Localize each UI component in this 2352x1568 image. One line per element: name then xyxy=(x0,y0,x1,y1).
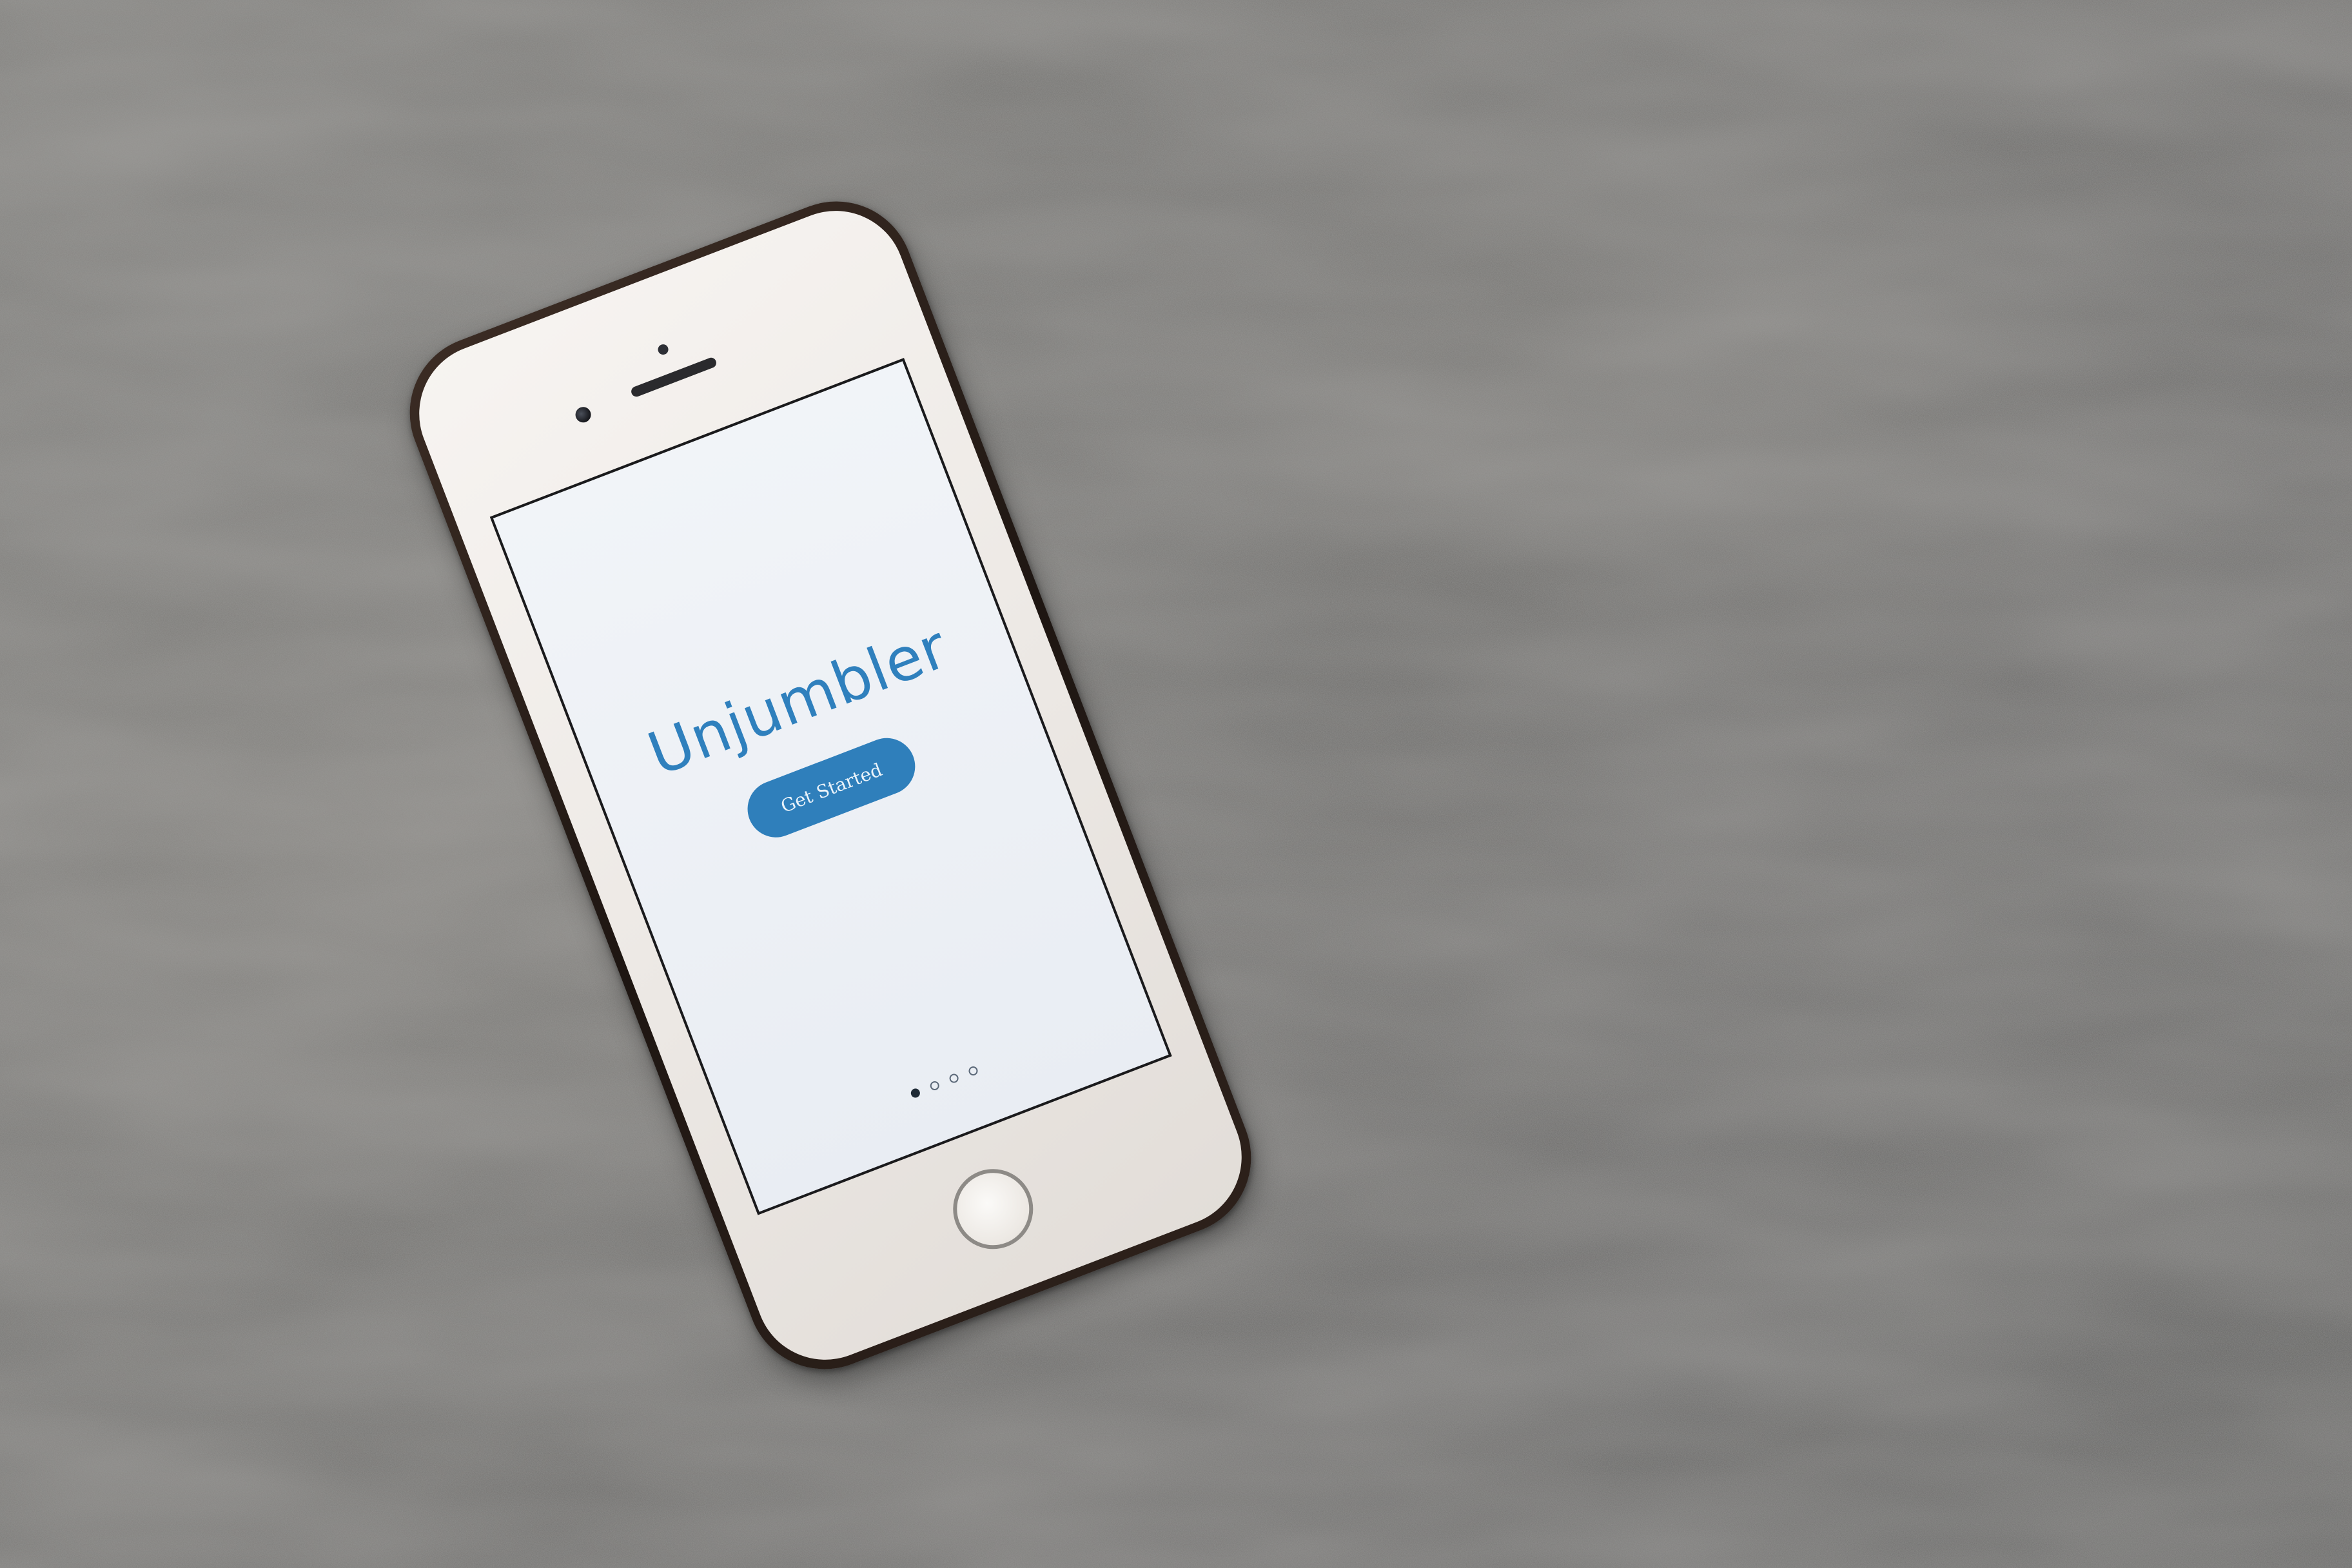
stone-surface-background xyxy=(0,0,2352,1568)
page-dot-4[interactable] xyxy=(967,1065,979,1077)
surface-texture xyxy=(0,0,2352,1568)
page-dot-1[interactable] xyxy=(909,1087,921,1099)
front-camera-icon xyxy=(573,404,594,425)
speaker-icon xyxy=(629,356,718,398)
page-indicator xyxy=(738,999,1151,1165)
proximity-sensor xyxy=(656,342,670,357)
page-dot-2[interactable] xyxy=(928,1079,941,1092)
page-dot-3[interactable] xyxy=(948,1072,960,1084)
home-button-icon[interactable] xyxy=(941,1157,1045,1261)
